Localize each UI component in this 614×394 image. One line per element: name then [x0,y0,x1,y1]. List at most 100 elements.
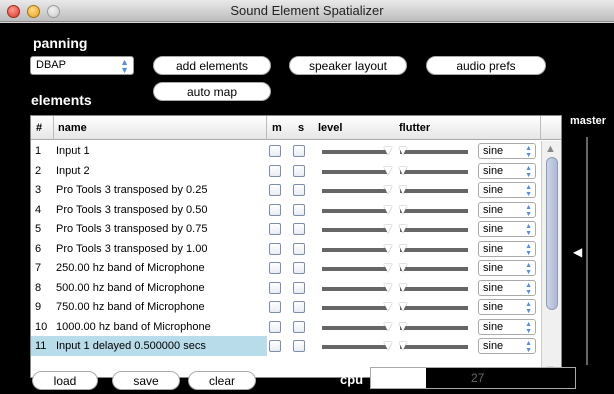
mute-checkbox[interactable] [269,184,281,196]
close-window-button[interactable] [7,5,20,18]
level-slider-thumb-icon[interactable]: ▼ [381,299,395,313]
flutter-slider[interactable] [400,169,468,174]
level-slider[interactable] [322,169,388,174]
mute-checkbox[interactable] [269,340,281,352]
solo-checkbox[interactable] [293,320,305,333]
auto-map-button[interactable]: auto map [153,82,271,101]
level-slider-thumb-icon[interactable]: ▼ [381,143,395,157]
waveform-select[interactable]: sine ▲ ▼ [478,221,536,237]
flutter-slider-thumb-icon[interactable]: ▼ [396,241,410,255]
table-row[interactable]: 8 500.00 hz band of Microphone ▼ ▼ sine ▲ ▼ [31,278,539,298]
table-row[interactable]: 1 Input 1 ▼ ▼ sine ▲ ▼ [31,141,539,161]
mute-checkbox[interactable] [269,203,281,216]
audio-prefs-button[interactable]: audio prefs [426,56,546,75]
mute-checkbox[interactable] [269,301,281,313]
mute-checkbox[interactable] [269,281,281,294]
mute-checkbox[interactable] [269,164,281,177]
add-elements-button[interactable]: add elements [153,56,271,75]
waveform-select[interactable]: sine ▲ ▼ [478,162,536,179]
table-row[interactable]: 10 1000.00 hz band of Microphone ▼ ▼ sine ▲ ▼ [31,317,539,337]
master-slider-track[interactable] [586,137,588,365]
waveform-select[interactable]: sine ▲ ▼ [478,240,536,257]
table-row[interactable]: 6 Pro Tools 3 transposed by 1.00 ▼ ▼ sine ▲ ▼ [31,239,539,259]
waveform-select[interactable]: sine ▲ ▼ [478,279,536,296]
waveform-select[interactable]: sine ▲ ▼ [478,338,536,354]
flutter-slider[interactable] [400,267,468,271]
level-slider-thumb-icon[interactable]: ▼ [381,241,395,255]
row-name[interactable]: 1000.00 hz band of Microphone [56,321,211,333]
flutter-slider-thumb-icon[interactable]: ▼ [396,182,410,196]
level-slider[interactable] [322,189,388,193]
level-slider-thumb-icon[interactable]: ▼ [381,260,395,274]
flutter-slider-thumb-icon[interactable]: ▼ [396,280,410,294]
solo-checkbox[interactable] [293,145,305,157]
level-slider[interactable] [322,150,388,154]
flutter-slider-thumb-icon[interactable]: ▼ [396,338,410,352]
flutter-slider-thumb-icon[interactable]: ▼ [396,163,410,177]
level-slider-thumb-icon[interactable]: ▼ [381,202,395,216]
flutter-slider[interactable] [400,306,468,310]
solo-checkbox[interactable] [293,184,305,196]
flutter-slider-thumb-icon[interactable]: ▼ [396,143,410,157]
flutter-slider-thumb-icon[interactable]: ▼ [396,202,410,216]
scroll-up-icon[interactable]: ▲ [545,143,556,155]
mute-checkbox[interactable] [269,242,281,255]
table-row[interactable]: 7 250.00 hz band of Microphone ▼ ▼ sine ▲ ▼ [31,258,539,278]
level-slider-thumb-icon[interactable]: ▼ [381,221,395,235]
solo-checkbox[interactable] [293,301,305,313]
solo-checkbox[interactable] [293,164,305,177]
flutter-slider-thumb-icon[interactable]: ▼ [396,299,410,313]
row-name[interactable]: 250.00 hz band of Microphone [56,262,205,274]
flutter-slider-thumb-icon[interactable]: ▼ [396,260,410,274]
solo-checkbox[interactable] [293,262,305,274]
mute-checkbox[interactable] [269,223,281,235]
table-row[interactable]: 9 750.00 hz band of Microphone ▼ ▼ sine ▲ ▼ [31,297,539,317]
row-name[interactable]: Pro Tools 3 transposed by 0.25 [56,184,207,196]
waveform-select[interactable]: sine ▲ ▼ [478,299,536,315]
waveform-select[interactable]: sine ▲ ▼ [478,143,536,159]
waveform-select[interactable]: sine ▲ ▼ [478,201,536,218]
level-slider-thumb-icon[interactable]: ▼ [381,280,395,294]
table-row[interactable]: 11 Input 1 delayed 0.500000 secs ▼ ▼ sine ▲ ▼ [31,336,539,356]
level-slider-thumb-icon[interactable]: ▼ [381,182,395,196]
waveform-select[interactable]: sine ▲ ▼ [478,318,536,335]
save-button[interactable]: save [112,371,180,390]
row-name[interactable]: Input 1 [56,145,90,157]
solo-checkbox[interactable] [293,340,305,352]
flutter-slider[interactable] [400,189,468,193]
table-row[interactable]: 5 Pro Tools 3 transposed by 0.75 ▼ ▼ sine ▲ ▼ [31,219,539,239]
level-slider-thumb-icon[interactable]: ▼ [381,338,395,352]
flutter-slider[interactable] [400,247,468,252]
row-name[interactable]: Pro Tools 3 transposed by 0.50 [56,204,207,216]
load-button[interactable]: load [32,371,98,390]
master-slider-thumb-icon[interactable]: ◀ [573,245,582,259]
level-slider[interactable] [322,228,388,232]
row-name[interactable]: Input 2 [56,165,90,177]
solo-checkbox[interactable] [293,242,305,255]
level-slider[interactable] [322,208,388,213]
panning-mode-select[interactable]: DBAP ▲ ▼ [30,56,134,75]
flutter-slider-thumb-icon[interactable]: ▼ [396,221,410,235]
waveform-select[interactable]: sine ▲ ▼ [478,182,536,198]
level-slider[interactable] [322,286,388,291]
table-row[interactable]: 4 Pro Tools 3 transposed by 0.50 ▼ ▼ sine ▲ ▼ [31,200,539,220]
row-name[interactable]: 500.00 hz band of Microphone [56,282,205,294]
level-slider[interactable] [322,306,388,310]
row-name[interactable]: 750.00 hz band of Microphone [56,301,205,313]
level-slider[interactable] [322,345,388,349]
solo-checkbox[interactable] [293,203,305,216]
level-slider-thumb-icon[interactable]: ▼ [381,163,395,177]
scroll-thumb[interactable] [546,157,558,310]
flutter-slider[interactable] [400,325,468,330]
flutter-slider[interactable] [400,345,468,349]
level-slider[interactable] [322,267,388,271]
flutter-slider[interactable] [400,150,468,154]
solo-checkbox[interactable] [293,223,305,235]
table-row[interactable]: 3 Pro Tools 3 transposed by 0.25 ▼ ▼ sine ▲ ▼ [31,180,539,200]
speaker-layout-button[interactable]: speaker layout [289,56,407,75]
waveform-select[interactable]: sine ▲ ▼ [478,260,536,276]
vertical-scrollbar[interactable]: ▲ ▼ [541,141,561,377]
flutter-slider[interactable] [400,208,468,213]
level-slider[interactable] [322,247,388,252]
flutter-slider[interactable] [400,286,468,291]
